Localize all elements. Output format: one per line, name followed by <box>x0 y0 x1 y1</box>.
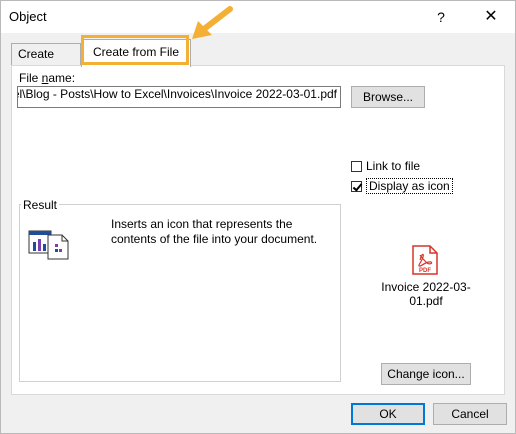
title-bar: Object ? ✕ <box>1 1 515 33</box>
display-as-icon-option[interactable]: Display as icon <box>351 178 453 194</box>
embed-object-icon <box>28 230 69 260</box>
link-to-file-option[interactable]: Link to file <box>351 159 420 173</box>
dialog-title: Object <box>9 9 47 24</box>
display-as-icon-checkbox[interactable] <box>351 180 362 192</box>
result-label: Result <box>21 198 60 212</box>
pdf-badge: PDF <box>419 268 431 274</box>
tab-strip: Create New Create from File <box>11 39 505 81</box>
tab-create-new[interactable]: Create New <box>11 43 81 81</box>
tab-create-from-file[interactable]: Create from File <box>81 39 191 67</box>
result-description: Inserts an icon that represents the cont… <box>111 217 318 246</box>
link-to-file-label: Link to file <box>366 159 421 173</box>
file-name-input[interactable]: xcel\Blog - Posts\How to Excel\Invoices\… <box>17 86 341 108</box>
help-button[interactable]: ? <box>427 5 455 29</box>
file-name-value: xcel\Blog - Posts\How to Excel\Invoices\… <box>17 87 337 101</box>
link-to-file-checkbox[interactable] <box>351 160 362 172</box>
file-name-label: File name: <box>19 71 75 85</box>
ok-button[interactable]: OK <box>351 403 425 425</box>
cancel-button[interactable]: Cancel <box>433 403 507 425</box>
file-name-label-prefix: File <box>19 71 42 85</box>
file-name-label-suffix: ame: <box>48 71 76 85</box>
close-button[interactable]: ✕ <box>477 5 505 29</box>
annotation-arrow-icon <box>192 6 233 39</box>
object-dialog: Object ? ✕ Create New Create from File F… <box>0 0 516 434</box>
change-icon-button[interactable]: Change icon... <box>381 363 471 385</box>
browse-button[interactable]: Browse... <box>351 86 425 108</box>
icon-caption-line2: 01.pdf <box>409 294 443 308</box>
display-as-icon-label: Display as icon <box>366 178 453 194</box>
icon-caption-line1: Invoice 2022-03- <box>381 280 471 294</box>
icon-caption: Invoice 2022-03- 01.pdf <box>381 280 471 308</box>
pdf-file-icon: PDF <box>412 245 438 275</box>
